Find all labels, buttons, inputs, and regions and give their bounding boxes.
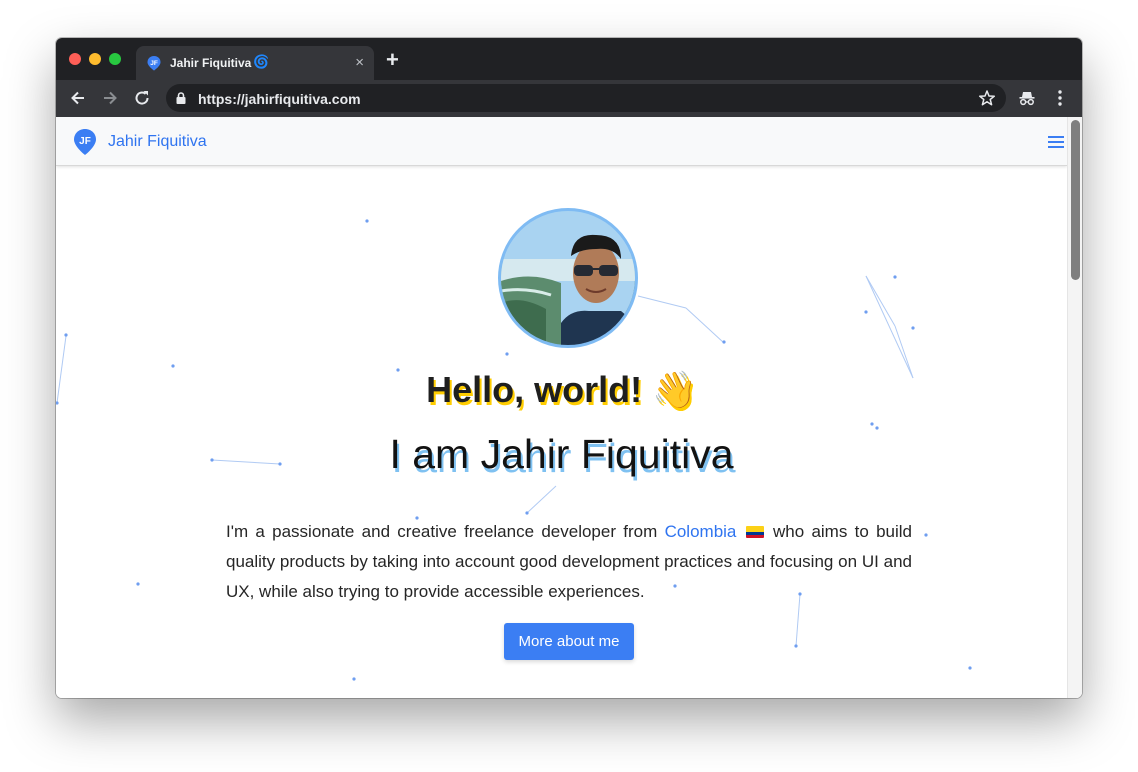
reload-icon[interactable] [132, 88, 152, 108]
colombia-flag-icon [745, 526, 764, 538]
maximize-window-button[interactable] [109, 53, 121, 65]
url-host: jahirfiquitiva.com [244, 91, 361, 107]
tab-title-emoji: 🌀 [253, 54, 270, 69]
svg-text:JF: JF [79, 136, 91, 147]
page-viewport: JF Jahir Fiquitiva Hello, world! 👋 I am … [56, 117, 1082, 698]
tab-close-button[interactable]: × [355, 54, 364, 71]
tab-strip: JF Jahir Fiquitiva 🌀 × + [56, 38, 1082, 80]
intro-text-start: I'm a passionate and creative freelance … [226, 522, 665, 541]
arrow-right-icon[interactable] [100, 88, 120, 108]
svg-text:JF: JF [150, 60, 158, 67]
browser-toolbar: https://jahirfiquitiva.com [56, 80, 1082, 117]
incognito-icon[interactable] [1018, 89, 1036, 107]
site-navbar: JF Jahir Fiquitiva [56, 117, 1067, 166]
tab-active[interactable]: JF Jahir Fiquitiva 🌀 × [136, 46, 374, 80]
hamburger-icon[interactable] [1048, 136, 1064, 148]
address-bar[interactable]: https://jahirfiquitiva.com [166, 84, 1006, 112]
scrollbar-thumb[interactable] [1071, 120, 1080, 280]
url-text: https://jahirfiquitiva.com [198, 91, 361, 107]
browser-window: JF Jahir Fiquitiva 🌀 × + https://jahirfi… [56, 38, 1082, 698]
jf-pin-icon: JF [147, 56, 161, 71]
lock-icon [176, 92, 186, 104]
star-icon[interactable] [978, 89, 996, 107]
hero-greeting: Hello, world! 👋 [426, 369, 697, 410]
avatar-photo [501, 211, 635, 345]
jf-pin-icon[interactable]: JF [72, 128, 98, 156]
hero-name-heading: I am Jahir Fiquitiva [389, 431, 734, 477]
more-about-me-button[interactable]: More about me [504, 623, 634, 660]
close-window-button[interactable] [69, 53, 81, 65]
arrow-left-icon[interactable] [68, 88, 88, 108]
intro-paragraph: I'm a passionate and creative freelance … [226, 517, 912, 607]
url-scheme: https:// [198, 91, 245, 107]
profile-avatar [498, 208, 638, 348]
new-tab-button[interactable]: + [386, 49, 399, 71]
brand-name-link[interactable]: Jahir Fiquitiva [108, 133, 207, 151]
minimize-window-button[interactable] [89, 53, 101, 65]
page-scrollbar[interactable] [1067, 117, 1082, 698]
tab-title: Jahir Fiquitiva [170, 56, 252, 70]
colombia-link[interactable]: Colombia [665, 522, 737, 541]
vertical-dots-icon[interactable] [1054, 89, 1066, 107]
